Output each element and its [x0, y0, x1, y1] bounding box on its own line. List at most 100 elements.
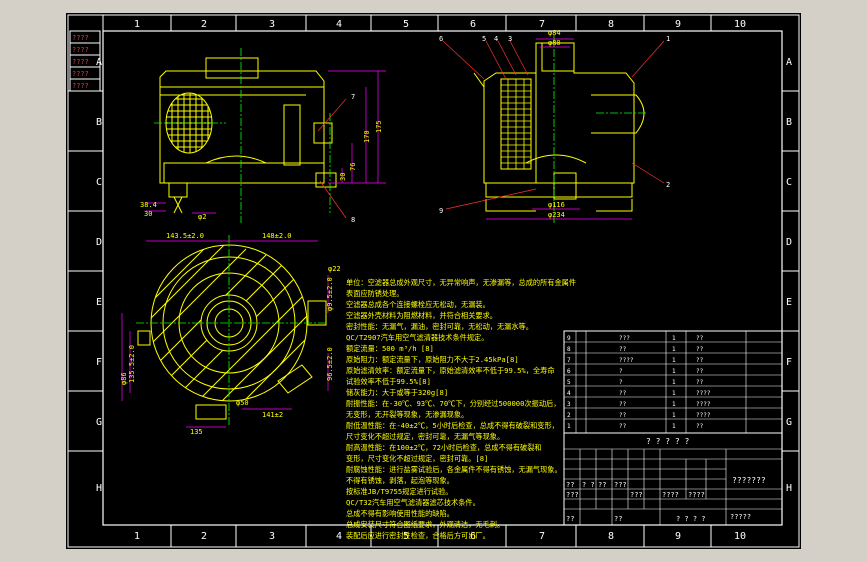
side-view[interactable]: 175 170 76 30 38.4 30 φ2 7 8: [140, 48, 386, 224]
svg-text:φ22: φ22: [328, 265, 341, 273]
svg-text:H: H: [96, 483, 102, 494]
title-block[interactable]: ? ? ? ? ? ?? ? ? ?? ??? ???? ???? ??? ??…: [563, 432, 783, 526]
section-view[interactable]: φ84 φ80 φ116 φ234 6 5 4 3 1 2 9: [439, 29, 670, 223]
svg-text:2: 2: [567, 412, 571, 419]
svg-text:??: ??: [566, 481, 574, 489]
svg-text:装配后应进行密封性检查，合格后方可出厂。: 装配后应进行密封性检查，合格后方可出厂。: [346, 531, 490, 540]
svg-text:9: 9: [439, 207, 443, 215]
svg-text:1: 1: [567, 423, 571, 430]
svg-text:G: G: [96, 417, 102, 428]
svg-text:8: 8: [608, 531, 614, 542]
svg-text:总成安装尺寸符合图纸要求，外观清洁，无毛刺。: 总成安装尺寸符合图纸要求，外观清洁，无毛刺。: [346, 520, 504, 529]
svg-text:????: ????: [72, 70, 89, 78]
svg-text:D: D: [786, 237, 792, 248]
filter-hatch: [500, 78, 532, 170]
svg-text:1: 1: [672, 379, 676, 386]
svg-text:6: 6: [470, 19, 476, 30]
svg-text:96.5±2.0: 96.5±2.0: [326, 347, 334, 381]
svg-text:无变形，无开裂等现象，无渗漏现象。: 无变形，无开裂等现象，无渗漏现象。: [346, 410, 468, 419]
svg-text:D: D: [96, 237, 102, 248]
svg-text:E: E: [786, 297, 792, 308]
svg-text:???: ???: [630, 491, 643, 499]
svg-text:φ50: φ50: [236, 399, 249, 407]
svg-text:3: 3: [508, 35, 512, 43]
svg-text:储灰能力：大于或等于320g[8]: 储灰能力：大于或等于320g[8]: [346, 388, 448, 397]
svg-text:2: 2: [666, 181, 670, 189]
svg-text:φ116: φ116: [548, 201, 565, 209]
drawing-canvas[interactable]: 1 2 3 4 5 6 7 8 9 10 1 2 3 4 5 6 7 8 9 1…: [66, 13, 801, 549]
svg-text:G: G: [786, 417, 792, 428]
svg-text:H: H: [786, 483, 792, 494]
svg-text:C: C: [96, 177, 102, 188]
svg-text:????: ????: [72, 82, 89, 90]
svg-text:C: C: [786, 177, 792, 188]
svg-text:额定流量：500 m³/h [8]: 额定流量：500 m³/h [8]: [346, 344, 434, 353]
svg-text:7: 7: [539, 531, 545, 542]
svg-text:? ?: ? ?: [582, 481, 595, 489]
svg-text:148±2.0: 148±2.0: [262, 232, 292, 240]
svg-text:?????: ?????: [730, 513, 751, 521]
svg-text:?: ?: [619, 368, 623, 375]
svg-text:原始阻力：额定流量下，原始阻力不大于2.45kPa[8]: 原始阻力：额定流量下，原始阻力不大于2.45kPa[8]: [346, 355, 519, 364]
svg-text:2: 2: [201, 531, 207, 542]
section-balloons: 6 5 4 3 1 2 9: [439, 35, 670, 215]
svg-text:1: 1: [672, 335, 676, 342]
svg-text:耐低温性能：在-40±2℃，5小时后检查，总成不得有破裂和变: 耐低温性能：在-40±2℃，5小时后检查，总成不得有破裂和变形，: [346, 421, 559, 430]
svg-text:????: ????: [696, 390, 711, 397]
svg-text:变形，尺寸变化不超过规定，密封可靠。[8]: 变形，尺寸变化不超过规定，密封可靠。[8]: [346, 454, 488, 463]
svg-text:6: 6: [439, 35, 443, 43]
svg-text:3: 3: [269, 531, 275, 542]
svg-text:φ234: φ234: [548, 211, 565, 219]
svg-text:????: ????: [688, 491, 705, 499]
bom-table[interactable]: 9??? 1?? 8?? 1?? 7???? 1?? 6? 1?? 5? 1?? 4?? 1…: [563, 330, 783, 434]
svg-text:A: A: [96, 57, 102, 68]
cad-drawing-viewport[interactable]: 1 2 3 4 5 6 7 8 9 10 1 2 3 4 5 6 7 8 9 1…: [66, 13, 801, 549]
svg-text:??: ??: [696, 423, 704, 430]
svg-text:1: 1: [134, 19, 140, 30]
svg-text:???: ???: [619, 335, 630, 342]
svg-text:??: ??: [566, 515, 574, 523]
svg-text:??: ??: [619, 412, 627, 419]
svg-text:9: 9: [675, 19, 681, 30]
svg-text:38.4: 38.4: [140, 201, 157, 209]
svg-text:??: ??: [696, 335, 704, 342]
svg-text:表面应防锈处理。: 表面应防锈处理。: [346, 289, 404, 298]
svg-text:????: ????: [619, 357, 634, 364]
svg-text:9: 9: [675, 531, 681, 542]
svg-text:?: ?: [619, 379, 623, 386]
svg-text:1: 1: [672, 390, 676, 397]
svg-text:??: ??: [696, 357, 704, 364]
svg-text:1: 1: [672, 368, 676, 375]
svg-text:5: 5: [403, 19, 409, 30]
svg-text:QC/T2907汽车用空气滤清器技术条件规定。: QC/T2907汽车用空气滤清器技术条件规定。: [346, 333, 488, 342]
svg-text:5: 5: [482, 35, 486, 43]
svg-text:试验效率不低于99.5%[8]: 试验效率不低于99.5%[8]: [346, 377, 431, 386]
svg-text:空滤器外壳材料为阻燃材料，并符合相关要求。: 空滤器外壳材料为阻燃材料，并符合相关要求。: [346, 311, 497, 320]
svg-text:1: 1: [672, 401, 676, 408]
svg-text:????: ????: [696, 401, 711, 408]
svg-text:2: 2: [201, 19, 207, 30]
svg-text:单位：空滤器总成外观尺寸，无异常响声，无渗漏等，总成的所有金: 单位：空滤器总成外观尺寸，无异常响声，无渗漏等，总成的所有金属件: [346, 278, 576, 287]
plan-view[interactable]: 143.5±2.0 148±2.0 φ22 φ9.5±2.0 96.5±2.0 …: [120, 232, 341, 436]
bom-rows: 9??? 1?? 8?? 1?? 7???? 1?? 6? 1?? 5? 1?? 4?? 1…: [567, 335, 711, 430]
svg-text:1: 1: [666, 35, 670, 43]
svg-text:QC/T32汽车用空气滤清器滤芯技术条件。: QC/T32汽车用空气滤清器滤芯技术条件。: [346, 498, 480, 507]
svg-text:175: 175: [375, 120, 383, 133]
svg-text:9: 9: [567, 335, 571, 342]
svg-text:1: 1: [672, 357, 676, 364]
svg-text:8: 8: [351, 216, 355, 224]
svg-text:????: ????: [72, 34, 89, 42]
svg-text:1: 1: [134, 531, 140, 542]
svg-text:4: 4: [336, 19, 342, 30]
svg-text:4: 4: [494, 35, 498, 43]
side-dimensions: [146, 70, 386, 214]
svg-text:135: 135: [190, 428, 203, 436]
zone-labels-left: A B C D E F G H: [96, 57, 102, 494]
svg-text:F: F: [96, 357, 102, 368]
svg-text:B: B: [96, 117, 102, 128]
svg-text:????: ????: [696, 412, 711, 419]
svg-text:7: 7: [539, 19, 545, 30]
svg-text:E: E: [96, 297, 102, 308]
svg-text:3: 3: [567, 401, 571, 408]
svg-text:φ80: φ80: [548, 39, 561, 47]
